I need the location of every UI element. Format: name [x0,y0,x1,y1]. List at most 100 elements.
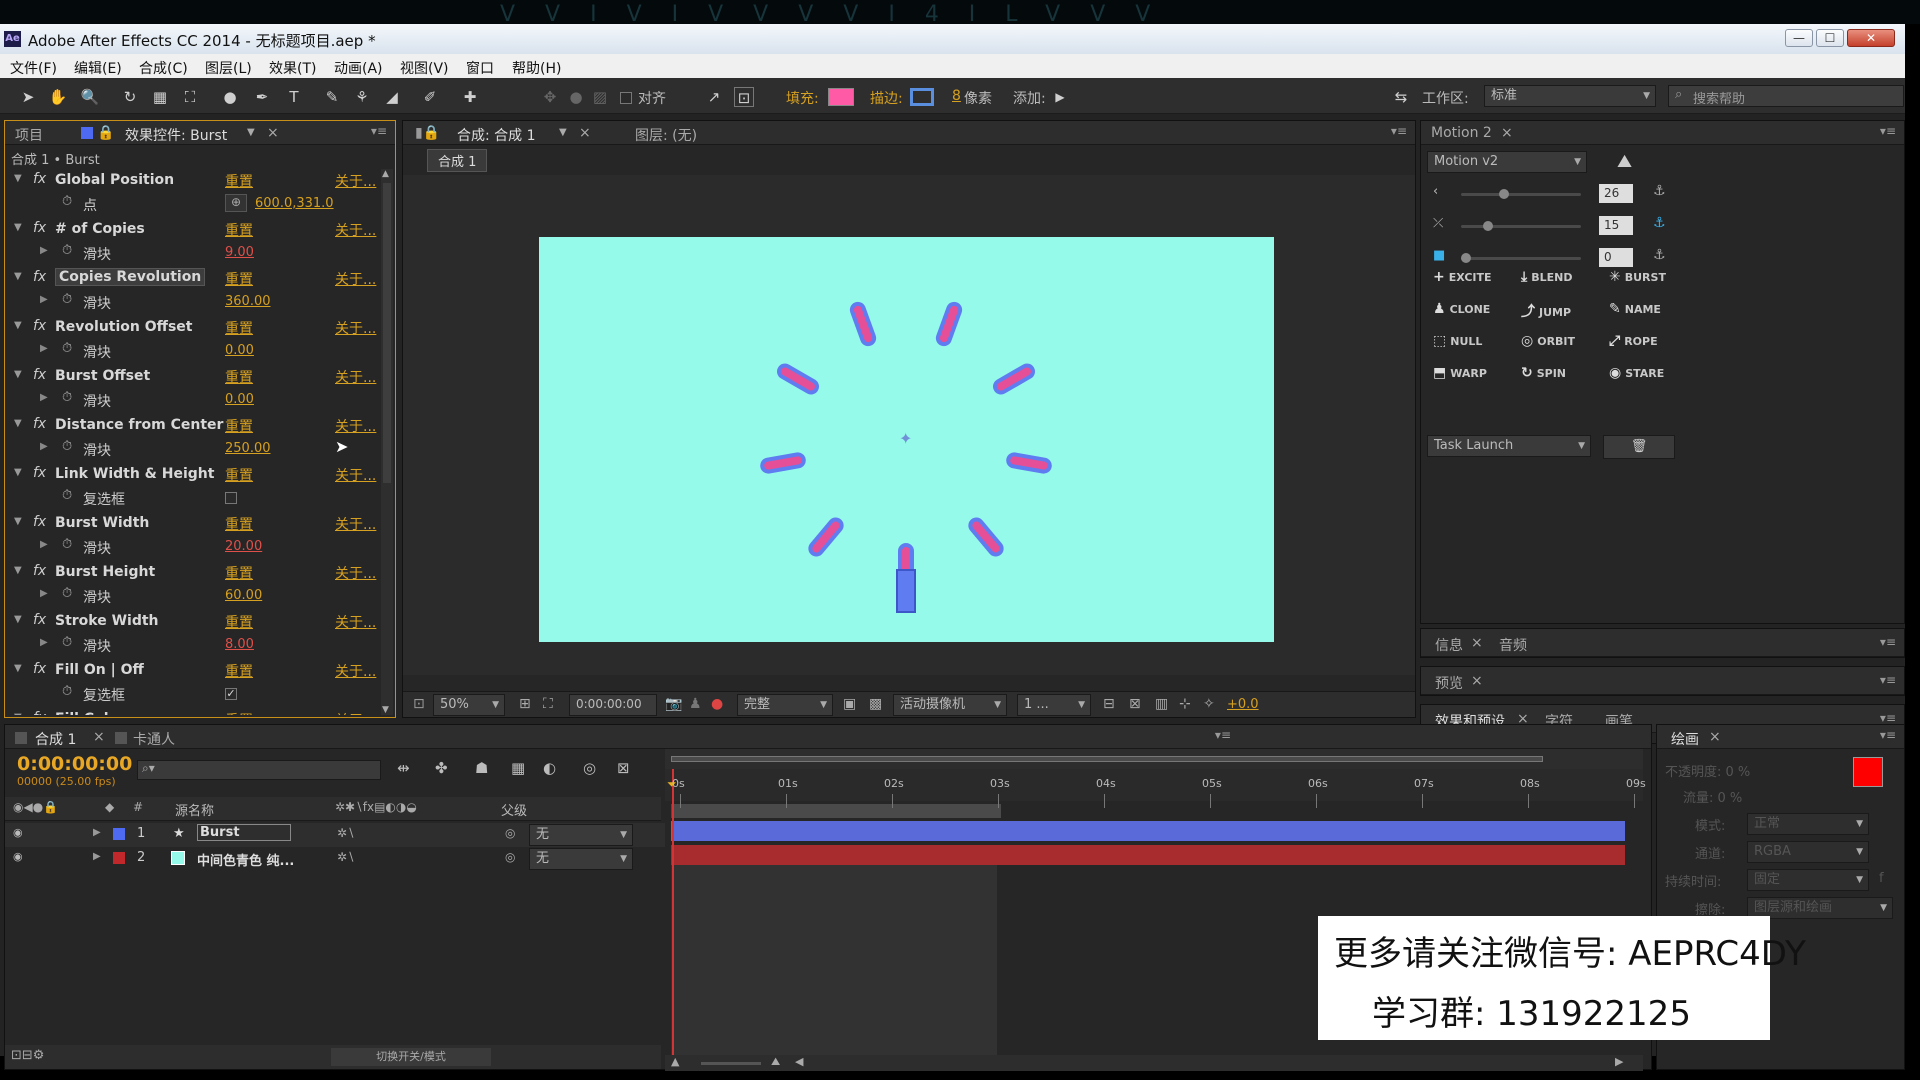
effect-about-link[interactable]: 关于... [335,416,376,436]
menu-window[interactable]: 窗口 [466,58,494,78]
layer-parent-dropdown[interactable]: 无 [529,824,633,846]
fill-label[interactable]: 填充: [786,88,819,108]
viewer-options-icon[interactable]: ⊡ [413,696,425,712]
zoom-slider[interactable] [701,1062,761,1065]
scroll-thumb[interactable] [383,183,391,483]
views-dropdown[interactable]: 1 ... [1017,694,1091,716]
param-value[interactable]: 60.00 [225,588,262,603]
layer-label-color[interactable] [113,852,125,864]
scroll-down-icon[interactable]: ▼ [382,705,389,715]
transparency-grid-icon[interactable]: ▩ [869,696,882,712]
show-snapshot-icon[interactable]: ♟ [689,696,702,712]
effect-name[interactable]: Global Position [55,172,174,188]
tab-toonboom[interactable]: 卡通人 [133,729,175,749]
axis-world-icon[interactable]: ● [566,87,586,107]
tab-project[interactable]: 项目 [15,125,43,145]
layer-expand-icon[interactable]: ▶ [93,851,101,862]
param-expand-icon[interactable]: ▶ [40,441,48,452]
opacity-value[interactable]: 0 % [1726,765,1751,780]
stopwatch-icon[interactable]: ⏱ [62,390,72,405]
param-value[interactable]: 0.00 [225,343,254,358]
puppet-tool-icon[interactable]: ✚ [460,87,480,107]
motion2-tab-close-icon[interactable]: × [1501,125,1513,141]
snap-grid-icon[interactable]: ⊡ [734,87,754,107]
param-expand-icon[interactable]: ▶ [40,588,48,599]
fx-toggle-icon[interactable]: fx [33,269,46,285]
shy-layers-icon[interactable]: ☗ [475,759,488,777]
effect-about-link[interactable]: 关于... [335,171,376,191]
effects-scrollbar[interactable]: ▲ ▼ [381,169,393,715]
motion-excite-button[interactable]: + EXCITE [1433,269,1492,285]
param-value[interactable]: 0.00 [225,392,254,407]
effect-expand-icon[interactable]: ▼ [14,663,22,674]
param-expand-icon[interactable]: ▶ [40,343,48,354]
param-expand-icon[interactable]: ▶ [40,539,48,550]
minimize-button[interactable]: — [1785,29,1813,47]
snapshot-icon[interactable]: 📷 [665,696,682,712]
timeline-timecode[interactable]: 0:00:00:00 [17,753,132,775]
layer-visibility-icon[interactable]: ◉ [13,826,23,839]
parent-column[interactable]: 父级 [501,800,527,819]
motion-slider-value[interactable]: 0 [1599,248,1633,267]
effect-reset-link[interactable]: 重置 [225,465,253,485]
pixel-aspect-icon[interactable]: ⊟ [1103,696,1115,712]
motion-orbit-button[interactable]: ◎ ORBIT [1521,333,1575,349]
snap-icon[interactable]: ↗ [704,87,724,107]
effect-reset-link[interactable]: 重置 [225,514,253,534]
motion-warp-button[interactable]: ⬒ WARP [1433,365,1487,381]
zoom-out-icon[interactable]: ▲ [671,1055,679,1068]
scroll-up-icon[interactable]: ▲ [382,169,389,179]
effect-about-link[interactable]: 关于... [335,563,376,583]
effect-name[interactable]: Burst Height [55,564,155,580]
paint-tab-close-icon[interactable]: × [1709,729,1721,745]
stopwatch-icon[interactable]: ⏱ [62,586,72,601]
effect-reset-link[interactable]: 重置 [225,710,253,715]
fill-color-swatch[interactable] [828,88,854,106]
roto-brush-tool-icon[interactable]: ✐ [420,87,440,107]
source-name-column[interactable]: 源名称 [175,800,214,819]
workspace-toggle-icon[interactable]: ⇆ [1388,87,1414,107]
tab-preview[interactable]: 预览 [1435,673,1463,693]
param-expand-icon[interactable]: ▶ [40,294,48,305]
effect-about-link[interactable]: 关于... [335,661,376,681]
pan-behind-tool-icon[interactable]: ⛶ [180,87,200,107]
effect-name[interactable]: Fill On | Off [55,662,144,678]
eraser-tool-icon[interactable]: ◢ [382,87,402,107]
stopwatch-icon[interactable]: ⏱ [62,684,72,699]
tab-timeline-comp1[interactable]: 合成 1 [35,729,76,749]
effect-expand-icon[interactable]: ▼ [14,418,22,429]
timeline-tab-close-icon[interactable]: × [93,729,105,745]
task-launch-dropdown[interactable]: Task Launch [1427,435,1591,457]
comp-tab-close-icon[interactable]: × [579,125,591,141]
brush-tool-icon[interactable]: ✎ [322,87,342,107]
safe-zones-icon[interactable]: ⊞ [519,696,531,712]
camera-dropdown[interactable]: 活动摄像机 [893,694,1007,716]
param-value[interactable]: 8.00 [225,637,254,652]
point-target-icon[interactable]: ⊕ [225,194,247,212]
selection-tool-icon[interactable]: ➤ [18,87,38,107]
effect-about-link[interactable]: 关于... [335,710,376,715]
layer-name[interactable]: Burst [197,824,291,841]
stopwatch-icon[interactable]: ⏱ [62,194,72,209]
composition-canvas[interactable]: ✦ [539,237,1274,642]
maximize-button[interactable]: ☐ [1816,29,1844,47]
effect-name[interactable]: Distance from Center [55,417,223,433]
zoom-in-icon[interactable]: ⛰ [771,1055,780,1069]
paint-panel-menu-icon[interactable]: ▾≡ [1880,728,1896,742]
mask-visibility-icon[interactable]: ⛶ [543,696,553,712]
motion-version-dropdown[interactable]: Motion v2 [1427,151,1587,173]
info-panel-menu-icon[interactable]: ▾≡ [1880,635,1896,649]
effect-reset-link[interactable]: 重置 [225,612,253,632]
stopwatch-icon[interactable]: ⏱ [62,635,72,650]
motion-clone-button[interactable]: ♟ CLONE [1433,301,1490,317]
layer-parent-dropdown[interactable]: 无 [529,848,633,870]
stopwatch-icon[interactable]: ⏱ [62,537,72,552]
fx-toggle-icon[interactable]: fx [33,612,46,628]
motion2-panel-menu-icon[interactable]: ▾≡ [1880,124,1896,138]
motion-null-button[interactable]: ⬚ NULL [1433,333,1482,349]
duration-dropdown[interactable]: 固定 [1747,869,1869,891]
stroke-label[interactable]: 描边: [870,88,903,108]
effect-name[interactable]: Fill Color [55,711,125,715]
fx-toggle-icon[interactable]: fx [33,514,46,530]
pick-whip-icon[interactable]: ◎ [505,826,515,840]
